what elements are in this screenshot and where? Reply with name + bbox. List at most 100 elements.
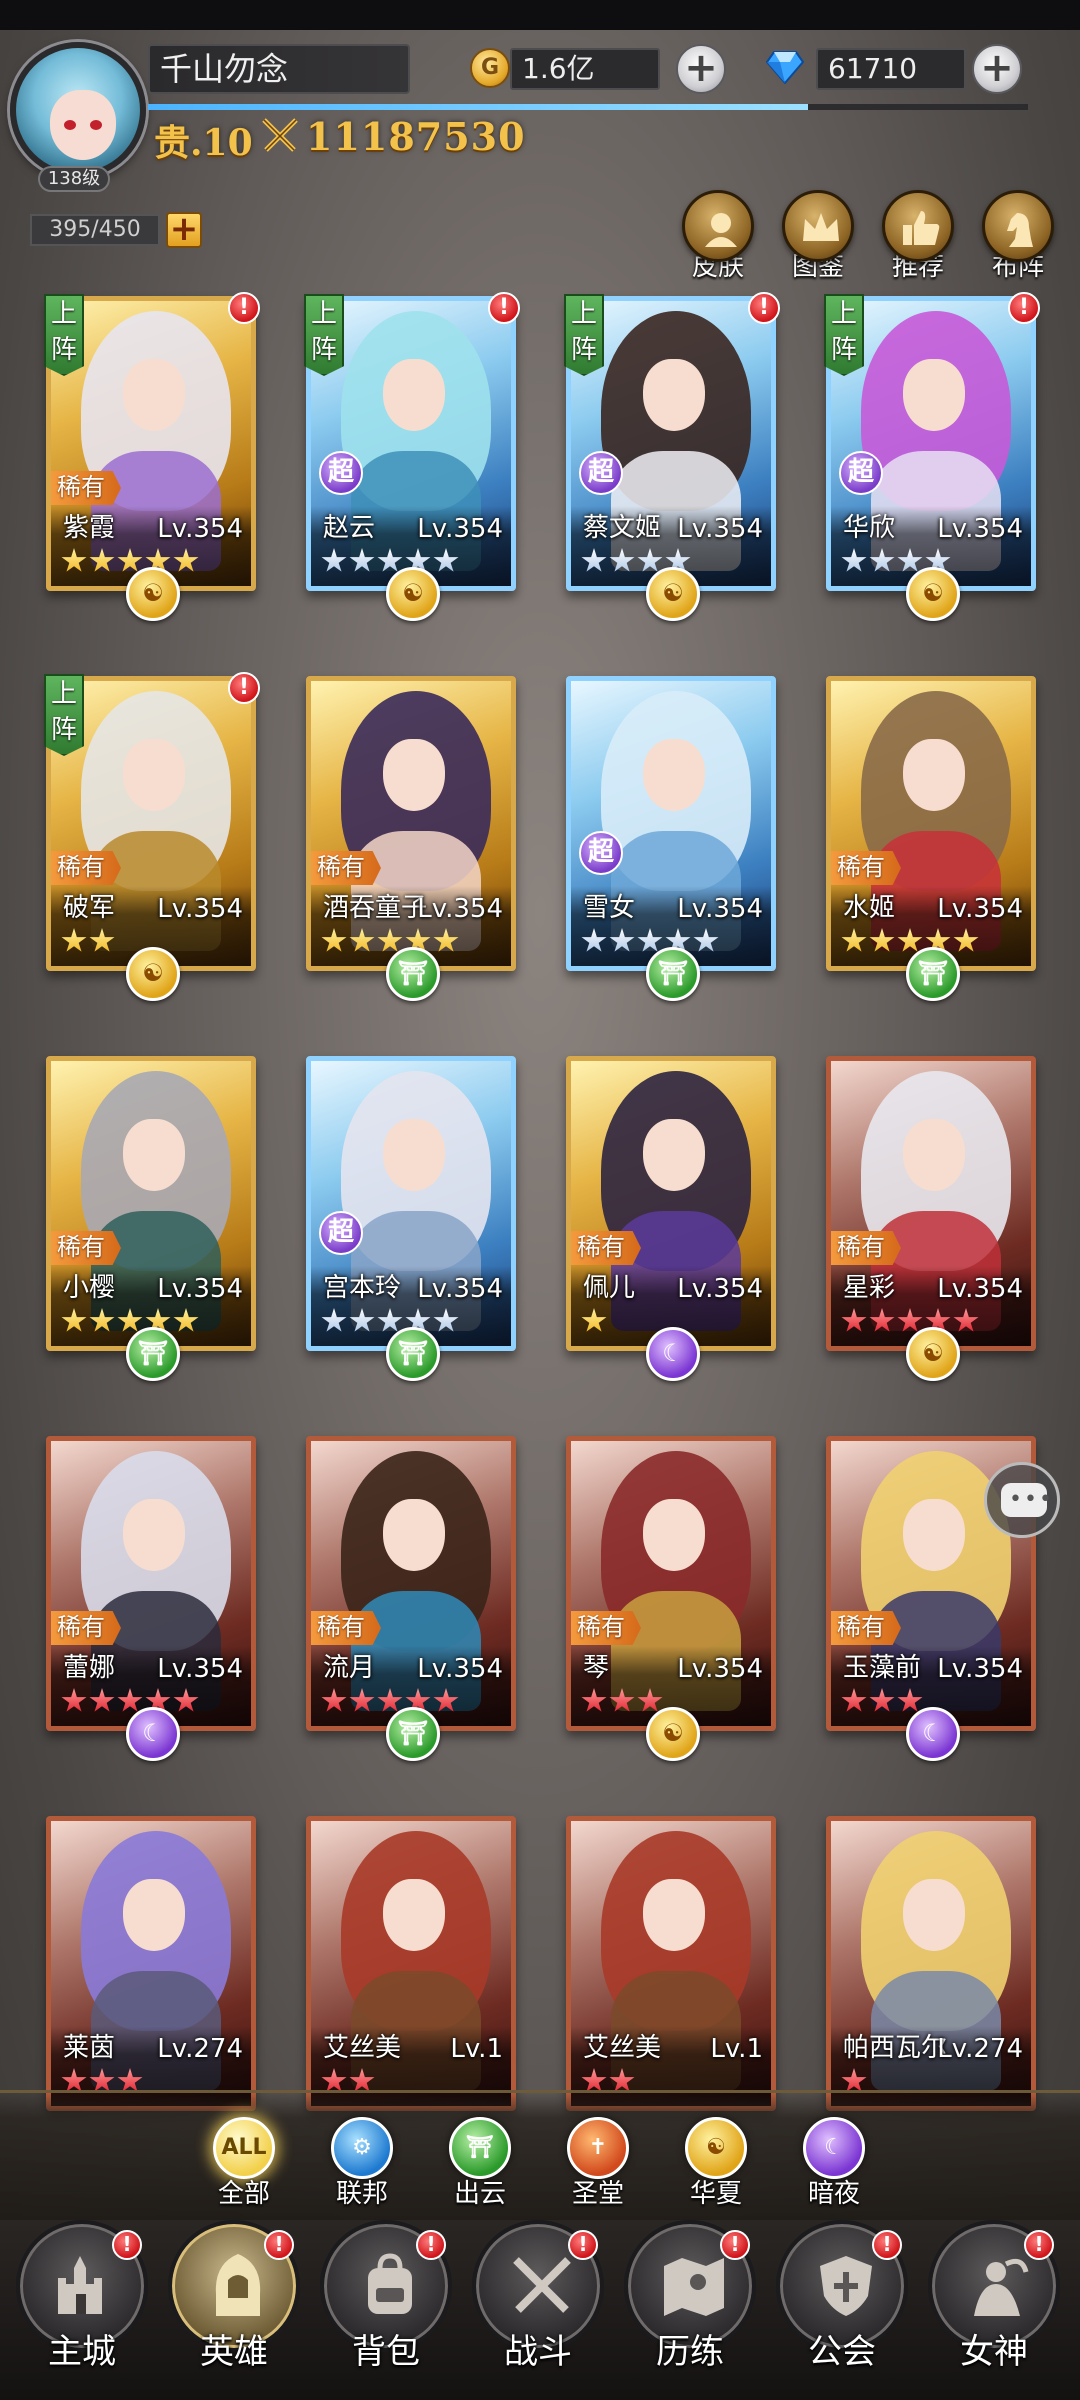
nav-guild[interactable]: ! 公会 [774, 2220, 910, 2396]
avatar-eye-left [64, 120, 76, 130]
hero-card[interactable]: 稀有 佩儿 Lv.354 ☾ [566, 1056, 776, 1381]
hero-card[interactable]: 超雪女 Lv.354 ⛩ [566, 676, 776, 1001]
rarity-badge: 稀有 [311, 1611, 381, 1645]
hero-card[interactable]: 稀有 蕾娜 Lv.354 ☾ [46, 1436, 256, 1761]
rarity-badge: 稀有 [831, 1611, 901, 1645]
gold-coin-icon: G [470, 48, 510, 88]
hero-name: 流月 [323, 1653, 376, 1683]
filter-huaxia[interactable]: ☯ 华夏 [666, 2117, 766, 2210]
super-rarity-badge: 超 [319, 451, 363, 495]
nav-main-city[interactable]: ! 主城 [14, 2220, 150, 2396]
filter-all-label: 全部 [217, 2179, 270, 2209]
faction-huaxia-icon: ☯ [646, 1707, 700, 1761]
hero-card[interactable]: 帕西瓦尔 Lv.274 [826, 1816, 1036, 2111]
star-icon [433, 548, 459, 572]
hero-portrait: 稀有 流月 Lv.354 [306, 1436, 516, 1731]
faction-huaxia-icon: ☯ [126, 567, 180, 621]
hero-card[interactable]: 艾丝美 Lv.1 [566, 1816, 776, 2111]
nav-goddess[interactable]: ! 女神 [926, 2220, 1062, 2396]
hero-portrait: 超雪女 Lv.354 [566, 676, 776, 971]
hero-name: 星彩 [843, 1273, 896, 1303]
filter-chuyun[interactable]: ⛩ 出云 [430, 2117, 530, 2210]
nav-heroes[interactable]: ! 英雄 [166, 2220, 302, 2396]
hero-card[interactable]: 超华欣 Lv.354 上阵! ☯ [824, 292, 1040, 621]
chat-button[interactable]: ••• [984, 1462, 1060, 1538]
nav-guild-alert: ! [872, 2230, 902, 2260]
star-icon [61, 1308, 87, 1332]
nav-battle[interactable]: ! 战斗 [470, 2220, 606, 2396]
hero-card[interactable]: 稀有 紫霞 Lv.354 上阵! ☯ [44, 292, 260, 621]
faction-huaxia-icon: ☯ [646, 567, 700, 621]
alert-icon: ! [488, 292, 520, 324]
gallery-button[interactable]: 图鉴 [778, 190, 858, 282]
hero-level: Lv.354 [157, 894, 243, 924]
hero-level: Lv.354 [157, 1654, 243, 1684]
hero-art-face [383, 1499, 445, 1571]
hero-card[interactable]: 稀有 水姬 Lv.354 ⛩ [826, 676, 1036, 1001]
hero-card[interactable]: 稀有 酒吞童子 Lv.354 ⛩ [306, 676, 516, 1001]
hero-name: 蔡文姬 [583, 513, 662, 543]
player-avatar[interactable] [10, 42, 146, 178]
hero-stars [841, 1688, 923, 1714]
nav-heroes-alert: ! [264, 2230, 294, 2260]
hero-stars [321, 1688, 459, 1714]
faction-anye-icon: ☾ [126, 1707, 180, 1761]
add-gold-button[interactable]: + [676, 44, 726, 94]
hero-level: Lv.274 [157, 2034, 243, 2064]
hero-card[interactable]: 超赵云 Lv.354 上阵! ☯ [304, 292, 520, 621]
skin-icon [705, 213, 737, 247]
hero-art-face [643, 1119, 705, 1191]
hero-capacity: 395/450 [30, 214, 160, 246]
filter-shengtang[interactable]: ✝ 圣堂 [548, 2117, 648, 2210]
hero-portrait: 帕西瓦尔 Lv.274 [826, 1816, 1036, 2111]
hero-card[interactable]: 稀有 破军 Lv.354 上阵! ☯ [44, 672, 260, 1001]
hero-card[interactable]: 超蔡文姬 Lv.354 上阵! ☯ [564, 292, 780, 621]
rarity-badge: 稀有 [51, 1231, 121, 1265]
hero-card[interactable]: 超宫本玲 Lv.354 ⛩ [306, 1056, 516, 1381]
thumbs-up-icon [903, 211, 940, 245]
star-icon [953, 928, 979, 952]
hero-card[interactable]: 稀有琴 Lv.354 ☯ [566, 1436, 776, 1761]
star-icon [173, 548, 199, 572]
filter-all[interactable]: ALL 全部 [194, 2117, 294, 2210]
super-rarity-badge: 超 [839, 451, 883, 495]
filter-anye[interactable]: ☾ 暗夜 [784, 2117, 884, 2210]
hero-stars [841, 928, 979, 954]
recommend-button[interactable]: 推荐 [878, 190, 958, 282]
hero-level: Lv.354 [677, 894, 763, 924]
rarity-badge: 稀有 [51, 851, 121, 885]
hero-card[interactable]: 稀有 小樱 Lv.354 ⛩ [46, 1056, 256, 1381]
torii-gate-icon: ⛩ [449, 2117, 511, 2179]
add-gems-button[interactable]: + [972, 44, 1022, 94]
chess-knight-icon [1007, 213, 1033, 247]
hero-card[interactable]: 艾丝美 Lv.1 [306, 1816, 516, 2111]
star-icon [89, 548, 115, 572]
star-icon [61, 1688, 87, 1712]
hero-art-face [903, 1119, 965, 1191]
rarity-badge: 稀有 [311, 851, 381, 885]
alert-icon: ! [1008, 292, 1040, 324]
skin-button[interactable]: 皮肤 [678, 190, 758, 282]
star-icon [321, 548, 347, 572]
hero-card[interactable]: 莱茵 Lv.274 [46, 1816, 256, 2111]
expand-capacity-button[interactable]: + [166, 212, 202, 248]
nav-goddess-label: 女神 [960, 2332, 1028, 2372]
star-icon [609, 548, 635, 572]
nav-adventure[interactable]: ! 历练 [622, 2220, 758, 2396]
filter-lianbang[interactable]: ⚙ 联邦 [312, 2117, 412, 2210]
alert-icon: ! [228, 672, 260, 704]
formation-button[interactable]: 布阵 [978, 190, 1058, 282]
crown-icon [803, 213, 839, 241]
hero-art-face [123, 739, 185, 811]
hero-card[interactable]: 稀有 星彩 Lv.354 ☯ [826, 1056, 1036, 1381]
avatar-face [50, 90, 116, 160]
goddess-icon [974, 2258, 1029, 2316]
experience-bar [148, 104, 1028, 110]
nav-backpack[interactable]: ! 背包 [318, 2220, 454, 2396]
hooded-hero-icon [215, 2254, 261, 2316]
star-icon [581, 928, 607, 952]
star-icon [61, 548, 87, 572]
hero-level: Lv.354 [417, 1274, 503, 1304]
hero-card[interactable]: 稀有 流月 Lv.354 ⛩ [306, 1436, 516, 1761]
star-icon [869, 928, 895, 952]
